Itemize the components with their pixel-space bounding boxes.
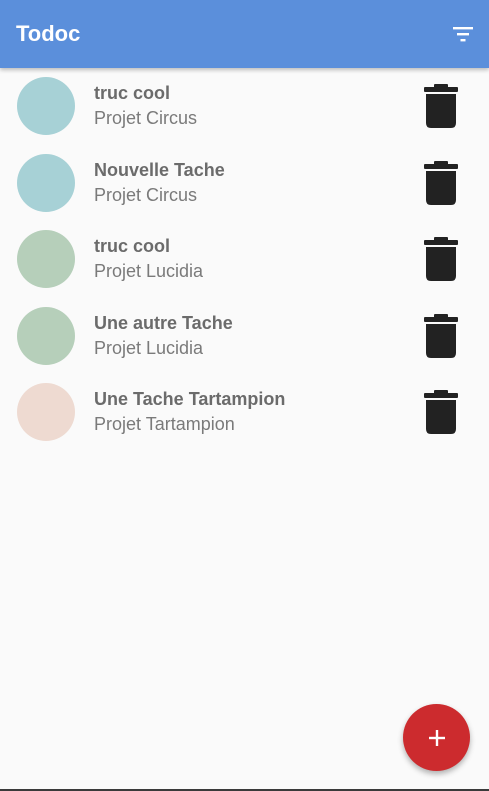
delete-button[interactable] bbox=[423, 83, 459, 129]
plus-icon bbox=[428, 729, 445, 746]
trash-icon bbox=[424, 84, 458, 129]
delete-button[interactable] bbox=[423, 236, 459, 282]
delete-button[interactable] bbox=[423, 313, 459, 359]
project-color-dot bbox=[17, 230, 75, 289]
filter-button[interactable] bbox=[447, 18, 479, 50]
delete-button[interactable] bbox=[423, 389, 459, 435]
app-bar: Todoc bbox=[0, 0, 489, 68]
trash-icon bbox=[424, 160, 458, 205]
trash-icon bbox=[424, 390, 458, 435]
project-color-dot bbox=[17, 77, 75, 136]
project-color-dot bbox=[17, 153, 75, 212]
task-row: Nouvelle Tache Projet Circus bbox=[0, 145, 489, 222]
app-title: Todoc bbox=[16, 21, 81, 46]
task-row: truc cool Projet Lucidia bbox=[0, 221, 489, 298]
project-color-dot bbox=[17, 383, 75, 442]
task-list: truc cool Projet Circus Nouvelle Tache P… bbox=[0, 68, 489, 451]
trash-icon bbox=[424, 237, 458, 282]
add-task-button[interactable] bbox=[403, 704, 470, 771]
project-color-dot bbox=[17, 306, 75, 365]
task-row: truc cool Projet Circus bbox=[0, 68, 489, 145]
task-row: Une Tache Tartampion Projet Tartampion bbox=[0, 374, 489, 451]
filter-list-icon bbox=[453, 27, 473, 42]
task-row: Une autre Tache Projet Lucidia bbox=[0, 298, 489, 375]
delete-button[interactable] bbox=[423, 160, 459, 206]
trash-icon bbox=[424, 313, 458, 358]
